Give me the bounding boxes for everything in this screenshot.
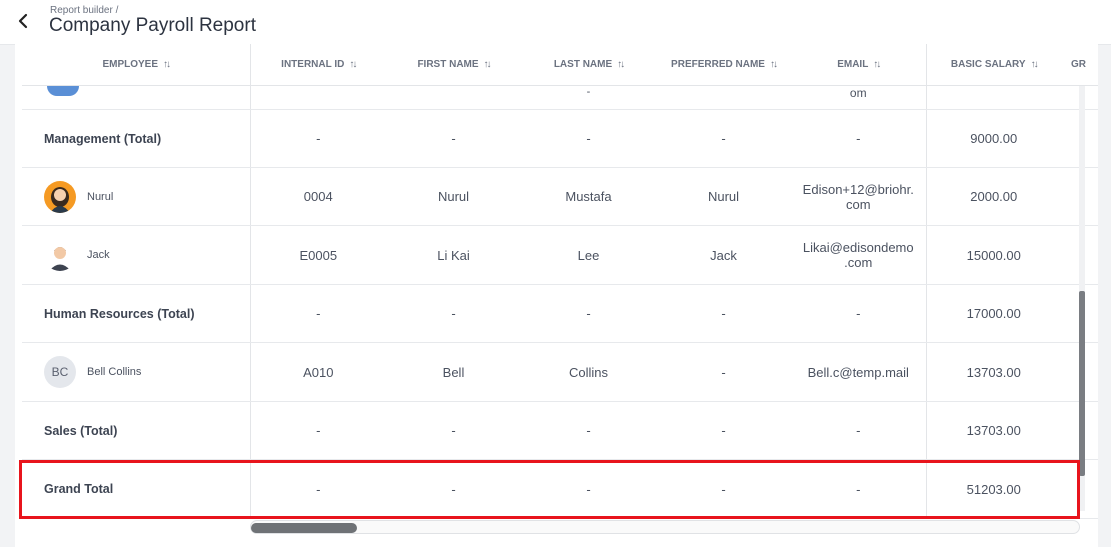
back-button[interactable] <box>10 8 36 34</box>
report-card: EMPLOYEE ↑↓ INTERNAL ID ↑↓ FIRST NAME ↑↓ LA… <box>15 44 1098 547</box>
vertical-scrollbar[interactable] <box>1079 86 1085 511</box>
sort-icon[interactable]: ↑↓ <box>349 59 357 70</box>
sort-icon[interactable]: ↑↓ <box>484 59 492 70</box>
table-row[interactable]: Nurul 0004 Nurul Mustafa Nurul Edison+12… <box>22 167 1098 226</box>
column-header-internal-id[interactable]: INTERNAL ID ↑↓ <box>250 44 386 86</box>
horizontal-scrollbar-thumb[interactable] <box>251 523 357 533</box>
table-row[interactable]: BC Bell Collins A010 Bell Collins - Bell… <box>22 342 1098 402</box>
page-title: Company Payroll Report <box>49 15 256 36</box>
vertical-scrollbar-thumb[interactable] <box>1079 291 1085 476</box>
avatar <box>44 239 76 271</box>
header-row: EMPLOYEE ↑↓ INTERNAL ID ↑↓ FIRST NAME ↑↓ LA… <box>22 44 1098 86</box>
horizontal-scrollbar[interactable] <box>250 520 1080 534</box>
column-header-next[interactable]: GR <box>1061 44 1098 86</box>
report-table: EMPLOYEE ↑↓ INTERNAL ID ↑↓ FIRST NAME ↑↓ LA… <box>22 44 1098 519</box>
column-header-email[interactable]: EMAIL ↑↓ <box>791 44 926 86</box>
chevron-left-icon <box>18 13 28 29</box>
avatar <box>44 180 76 213</box>
avatar <box>47 86 79 96</box>
employee-name[interactable]: Bell Collins <box>87 366 141 378</box>
sort-icon[interactable]: ↑↓ <box>873 59 881 70</box>
sort-icon[interactable]: ↑↓ <box>1031 59 1039 70</box>
table-row: Management (Total) - - - - - 9000.00 <box>22 109 1098 168</box>
table-row-grand-total: Grand Total - - - - - 51203.00 <box>22 459 1098 519</box>
column-header-first-name[interactable]: FIRST NAME ↑↓ <box>386 44 521 86</box>
column-header-preferred-name[interactable]: PREFERRED NAME ↑↓ <box>656 44 791 86</box>
top-bar: Report builder / Company Payroll Report <box>0 0 1111 45</box>
person-avatar-icon <box>49 247 71 271</box>
table-row[interactable]: Jack E0005 Li Kai Lee Jack Likai@edisond… <box>22 225 1098 285</box>
column-header-basic-salary[interactable]: BASIC SALARY ↑↓ <box>925 44 1061 86</box>
table-row: Sales (Total) - - - - - 13703.00 <box>22 401 1098 460</box>
person-avatar-icon <box>50 186 70 213</box>
table-row: Human Resources (Total) - - - - - 17000.… <box>22 284 1098 343</box>
avatar: BC <box>44 356 76 388</box>
employee-name[interactable]: Jack <box>87 249 110 261</box>
sort-icon[interactable]: ↑↓ <box>770 59 778 70</box>
table-row-partial: - om <box>22 85 1098 110</box>
column-header-employee[interactable]: EMPLOYEE ↑↓ <box>22 44 251 86</box>
employee-name[interactable]: Nurul <box>87 191 113 203</box>
sort-icon[interactable]: ↑↓ <box>617 59 625 70</box>
sort-icon[interactable]: ↑↓ <box>163 59 171 70</box>
column-header-last-name[interactable]: LAST NAME ↑↓ <box>521 44 656 86</box>
